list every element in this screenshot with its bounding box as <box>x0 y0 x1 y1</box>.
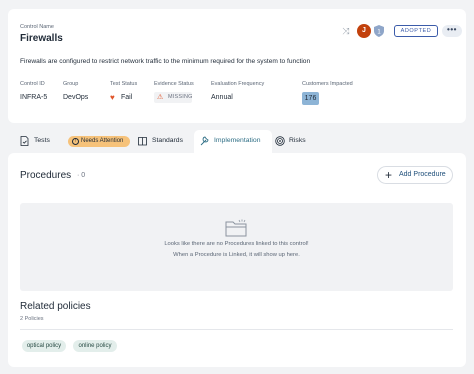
empty-state-message: Looks like there are no Procedures linke… <box>164 241 309 247</box>
group-label: Group <box>63 81 79 87</box>
tab-tests-label: Tests <box>34 137 50 144</box>
test-status-value: Fail <box>121 94 133 101</box>
group-value: DevOps <box>63 94 89 101</box>
tab-risks[interactable]: Risks <box>275 130 311 152</box>
evidence-status-value: MISSING <box>168 94 193 100</box>
status-badge[interactable]: ADOPTED <box>394 25 438 37</box>
page-title: Firewalls <box>20 33 63 44</box>
add-procedure-button[interactable]: + Add Procedure <box>377 166 453 184</box>
more-options-button[interactable]: ••• <box>442 25 462 37</box>
control-description: Firewalls are configured to restrict net… <box>20 58 311 65</box>
procedures-title: Procedures <box>20 170 72 181</box>
document-icon <box>20 136 29 146</box>
empty-state-hint: When a Procedure is Linked, it will show… <box>173 252 300 258</box>
shield-icon: 1 <box>374 25 384 37</box>
tab-implementation[interactable]: Implementation <box>200 130 270 152</box>
heart-icon: ♥ <box>110 93 115 102</box>
test-status-label: Test Status <box>110 81 138 87</box>
tab-bar: Tests ! Needs Attention Standards Implem… <box>8 130 466 154</box>
needs-attention-label: Needs Attention <box>81 138 124 144</box>
target-icon <box>275 136 285 146</box>
needs-attention-badge[interactable]: ! Needs Attention <box>68 136 130 147</box>
folder-icon <box>225 219 247 237</box>
procedures-empty-state: Looks like there are no Procedures linke… <box>20 203 453 291</box>
divider <box>20 329 453 330</box>
collapse-icon[interactable]: ⤨ <box>341 26 351 36</box>
related-policies-count: 2 Policies <box>20 316 44 322</box>
policy-pill[interactable]: optical policy <box>22 340 66 352</box>
tab-tests[interactable]: Tests <box>20 130 64 152</box>
tab-risks-label: Risks <box>289 137 306 144</box>
alert-icon: ! <box>72 138 79 145</box>
control-name-label: Control Name <box>20 24 54 30</box>
evidence-status-badge: ⚠ MISSING <box>154 92 192 103</box>
control-id-value: INFRA-5 <box>20 94 48 101</box>
tools-icon <box>200 136 209 146</box>
book-icon <box>138 137 147 146</box>
evidence-status-label: Evidence Status <box>154 81 194 87</box>
add-procedure-label: Add Procedure <box>399 171 446 178</box>
control-id-label: Control ID <box>20 81 45 87</box>
control-header-card: Control Name Firewalls ⤨ J 1 ADOPTED •••… <box>8 9 466 123</box>
tab-standards-label: Standards <box>152 137 183 144</box>
avatar[interactable]: J <box>357 24 371 38</box>
tab-standards[interactable]: Standards <box>138 130 188 152</box>
customers-impacted-value[interactable]: 176 <box>302 92 319 105</box>
customers-impacted-label: Customers Impacted <box>302 81 353 87</box>
plus-icon: + <box>385 168 393 182</box>
related-policies-title: Related policies <box>20 301 91 312</box>
evaluation-frequency-label: Evaluation Frequency <box>211 81 265 87</box>
evaluation-frequency-value: Annual <box>211 94 233 101</box>
warning-icon: ⚠ <box>157 94 164 101</box>
implementation-panel: Procedures · 0 + Add Procedure Looks lik… <box>8 153 466 367</box>
policy-pill[interactable]: online policy <box>73 340 117 352</box>
tab-implementation-label: Implementation <box>214 137 261 144</box>
procedures-count: · 0 <box>77 172 86 179</box>
